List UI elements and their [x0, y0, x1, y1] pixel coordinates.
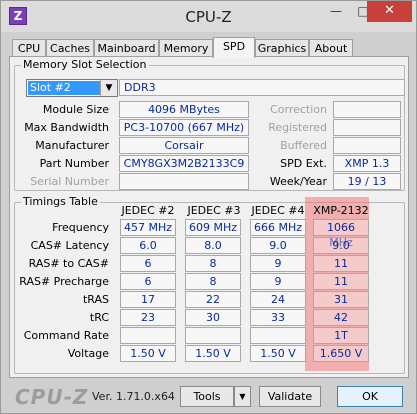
tab-about[interactable]: About [309, 39, 353, 57]
timing-cell [120, 327, 176, 344]
timing-cell: 24 [250, 291, 306, 308]
chevron-down-icon[interactable]: ▼ [100, 80, 117, 96]
timing-cell: 666 MHz [250, 219, 306, 236]
cpuz-window: Z CPU-Z — □ ✕ CPU Caches Mainboard Memor… [0, 0, 417, 414]
timing-cell: 42 [313, 309, 369, 326]
timing-row-label: Frequency [52, 221, 109, 234]
timing-cell: 1066 MHz [313, 219, 369, 249]
tab-mainboard[interactable]: Mainboard [94, 39, 159, 57]
week-year-value: 19 / 13 [333, 173, 401, 190]
timing-cell: 9 [250, 255, 306, 272]
memory-slot-group-label: Memory Slot Selection [21, 58, 149, 71]
bottom-bar: CPU-Z Ver. 1.71.0.x64 Tools ▼ Validate O… [1, 380, 416, 413]
timing-cell: 11 [313, 255, 369, 272]
timing-cell: 22 [185, 291, 241, 308]
timing-row-label: CAS# Latency [30, 239, 109, 252]
timing-cell [185, 327, 241, 344]
timing-cell: 6 [120, 273, 176, 290]
memory-slot-group: Memory Slot Selection Slot #2 ▼ DDR3 Mod… [14, 59, 405, 191]
timing-cell: 1.50 V [250, 345, 306, 362]
slot-selected-value: Slot #2 [28, 81, 100, 95]
timing-row-label: tRC [89, 311, 109, 324]
col-head-xmp: XMP-2132 [313, 204, 369, 217]
timing-cell: 31 [313, 291, 369, 308]
tab-graphics[interactable]: Graphics [255, 39, 309, 57]
version-label: Ver. 1.71.0.x64 [92, 390, 175, 403]
part-number-label: Part Number [39, 157, 109, 170]
spd-ext-value: XMP 1.3 [333, 155, 401, 172]
timing-cell: 609 MHz [185, 219, 241, 236]
slot-select[interactable]: Slot #2 ▼ [26, 79, 118, 97]
tab-cpu[interactable]: CPU [12, 39, 46, 57]
manufacturer-label: Manufacturer [35, 139, 109, 152]
memory-type-field: DDR3 [119, 79, 405, 96]
max-bandwidth-label: Max Bandwidth [24, 121, 109, 134]
correction-value [333, 101, 401, 118]
registered-label: Registered [268, 121, 327, 134]
validate-button[interactable]: Validate [259, 386, 321, 407]
spd-ext-label: SPD Ext. [280, 157, 327, 170]
timing-cell: 23 [120, 309, 176, 326]
module-size-value: 4096 MBytes [119, 101, 249, 118]
manufacturer-value: Corsair [119, 137, 249, 154]
ok-button[interactable]: OK [337, 386, 403, 407]
week-year-label: Week/Year [269, 175, 327, 188]
timing-row-label: tRAS [82, 293, 109, 306]
timing-cell: 8 [185, 255, 241, 272]
timing-cell: 1T [313, 327, 369, 344]
col-head-jedec3: JEDEC #3 [187, 204, 241, 217]
timing-cell [250, 327, 306, 344]
timing-cell: 9.0 [313, 237, 369, 254]
timing-row-label: Voltage [67, 347, 109, 360]
buffered-label: Buffered [280, 139, 327, 152]
serial-number-value [119, 173, 249, 190]
tab-caches[interactable]: Caches [46, 39, 94, 57]
timings-group-label: Timings Table [21, 195, 100, 208]
col-head-jedec2: JEDEC #2 [121, 204, 175, 217]
registered-value [333, 119, 401, 136]
correction-label: Correction [270, 103, 327, 116]
close-button[interactable]: ✕ [367, 1, 412, 22]
timing-cell: 457 MHz [120, 219, 176, 236]
timing-row-label: RAS# to CAS# [28, 257, 109, 270]
timing-row-label: RAS# Precharge [19, 275, 109, 288]
timing-cell: 30 [185, 309, 241, 326]
tab-spd[interactable]: SPD [213, 37, 255, 58]
timing-cell: 17 [120, 291, 176, 308]
part-number-value: CMY8GX3M2B2133C9 [119, 155, 249, 172]
timing-cell: 1.650 V [313, 345, 369, 362]
module-size-label: Module Size [42, 103, 109, 116]
timing-cell: 6 [120, 255, 176, 272]
cpuz-brand-logo: CPU-Z [15, 385, 89, 409]
minimize-button[interactable]: — [322, 1, 350, 22]
timing-row-label: Command Rate [23, 329, 109, 342]
timing-cell: 9.0 [250, 237, 306, 254]
timing-cell: 8.0 [185, 237, 241, 254]
timing-cell: 1.50 V [185, 345, 241, 362]
timing-cell: 33 [250, 309, 306, 326]
title-bar[interactable]: Z CPU-Z — □ ✕ [1, 1, 416, 32]
timing-cell: 6.0 [120, 237, 176, 254]
tools-dropdown-arrow[interactable]: ▼ [234, 386, 251, 407]
col-head-jedec4: JEDEC #4 [251, 204, 305, 217]
tab-memory[interactable]: Memory [159, 39, 213, 57]
timing-cell: 1.50 V [120, 345, 176, 362]
timing-cell: 11 [313, 273, 369, 290]
buffered-value [333, 137, 401, 154]
timing-cell: 9 [250, 273, 306, 290]
max-bandwidth-value: PC3-10700 (667 MHz) [119, 119, 249, 136]
timing-cell: 8 [185, 273, 241, 290]
serial-number-label: Serial Number [30, 175, 109, 188]
tools-button[interactable]: Tools [180, 386, 234, 407]
